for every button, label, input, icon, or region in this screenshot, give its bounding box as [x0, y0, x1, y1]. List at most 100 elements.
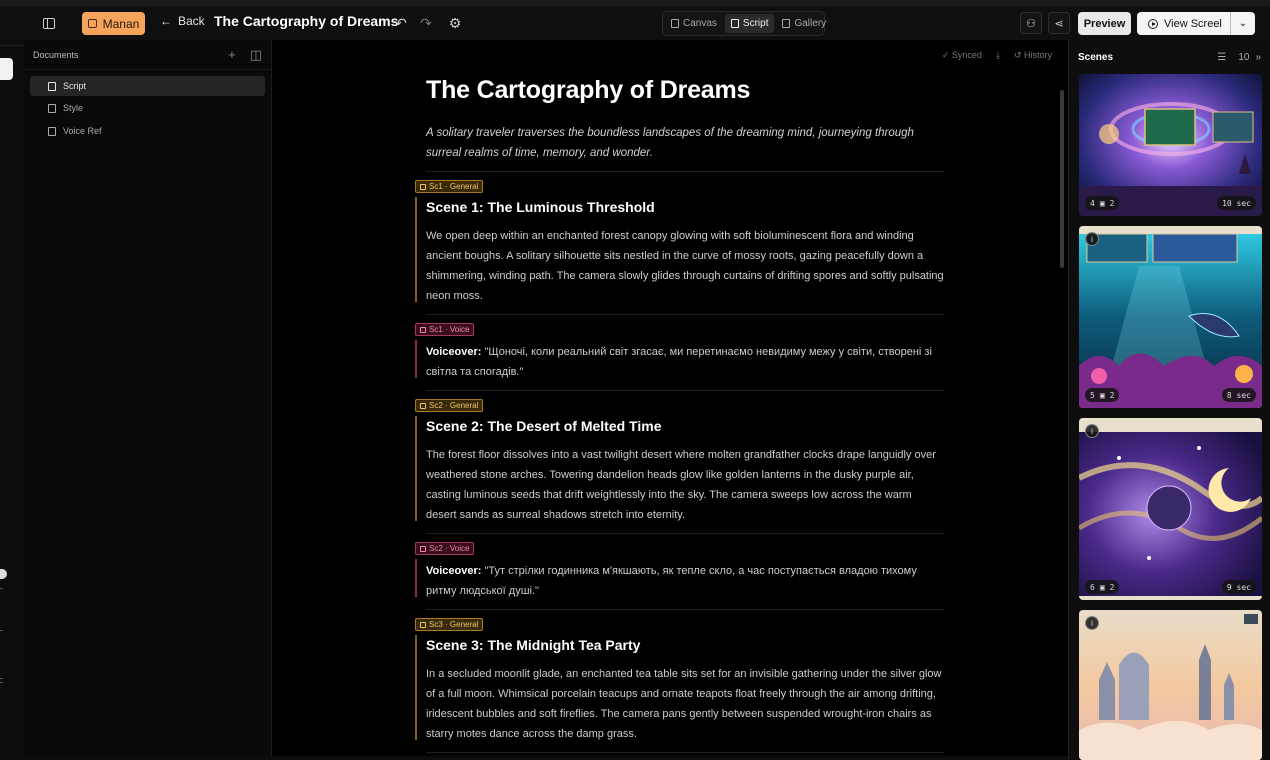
scene-card[interactable]: i — [1079, 610, 1262, 760]
info-icon[interactable]: i — [1085, 424, 1099, 438]
doc-item-label: Voice Ref — [63, 126, 102, 136]
scene-meta-badge: 6 ▣ 2 — [1085, 580, 1120, 594]
preview-button[interactable]: Preview — [1078, 12, 1131, 35]
back-button[interactable]: ← Back — [160, 14, 205, 28]
documents-title: Documents — [33, 49, 79, 60]
list-icon[interactable]: ☰ — [1217, 52, 1226, 63]
scrollbar[interactable] — [1060, 90, 1064, 268]
tab-canvas[interactable]: Canvas — [665, 14, 723, 33]
voiceover-label: Voiceover: — [426, 565, 482, 577]
tab-script[interactable]: Script — [724, 14, 775, 33]
view-mode-tabs: Canvas Script Gallery — [662, 11, 826, 36]
tab-label: Script — [742, 18, 769, 29]
scene-card[interactable]: i 5 ▣ 2 8 sec — [1079, 226, 1262, 408]
script-block[interactable]: Sc1 · Voice Voiceover: "Щоночі, коли реа… — [415, 323, 944, 391]
duration-badge: 10 sec — [1217, 196, 1256, 210]
scene-thumbnail — [1079, 418, 1262, 600]
script-editor[interactable]: ✓ Synced ⤓ ↺ History The Cartography of … — [272, 40, 1068, 756]
user-plus-icon: ⚇ — [1026, 17, 1036, 30]
voiceover-line: Voiceover: "Щоночі, коли реальний світ з… — [426, 342, 944, 382]
scene-description: We open deep within an enchanted forest … — [426, 230, 944, 302]
document-title[interactable]: The Cartography of Dreams — [214, 13, 398, 29]
scene-index: 5 — [1090, 390, 1095, 400]
script-title[interactable]: The Cartography of Dreams — [426, 76, 944, 105]
scene-card[interactable]: i 6 ▣ 2 9 sec — [1079, 418, 1262, 600]
script-block[interactable]: Sc1 · General Scene 1: The Luminous Thre… — [415, 180, 944, 315]
panel-collapse-icon[interactable]: ◫ — [250, 47, 262, 63]
scene-description: The forest floor dissolves into a vast t… — [426, 449, 936, 521]
script-content: The Cartography of Dreams A solitary tra… — [415, 76, 944, 753]
workspace-user-button[interactable]: Manan — [82, 12, 145, 35]
voiceover-line: Voiceover: "Тут стрілки годинника м'якша… — [426, 561, 944, 601]
voiceover-text: "Тут стрілки годинника м'якшають, як теп… — [426, 565, 917, 597]
documents-panel: Documents + ◫ Script Style Voice Ref — [24, 40, 272, 756]
doc-item-voice-ref[interactable]: Voice Ref — [30, 121, 265, 141]
gallery-icon — [782, 19, 791, 28]
doc-item-label: Script — [63, 81, 87, 91]
scene-thumbnail — [1079, 226, 1262, 408]
scene-index: 4 — [1090, 198, 1095, 208]
doc-item-label: Style — [63, 103, 84, 113]
tab-gallery[interactable]: Gallery — [776, 14, 832, 33]
chevrons-right-icon[interactable]: » — [1255, 52, 1261, 63]
image-icon: ▣ — [1099, 198, 1105, 208]
gear-icon[interactable]: ⚙ — [447, 14, 463, 32]
scene-thumbnail — [1079, 610, 1262, 760]
scenes-title: Scenes — [1078, 51, 1114, 63]
view-screel-button[interactable]: View Screel ⌄ — [1137, 12, 1255, 35]
rail-handle[interactable] — [0, 58, 13, 80]
play-circle-icon — [1148, 18, 1158, 29]
asset-count: 2 — [1109, 582, 1115, 592]
redo-icon[interactable]: ↷ — [418, 14, 434, 32]
scene-thumbnail — [1079, 74, 1262, 216]
app-window: Manan ← Back The Cartography of Dreams ↶… — [0, 0, 1270, 760]
back-label: Back — [178, 14, 205, 28]
view-label: View Screel — [1164, 17, 1222, 30]
asset-count: 2 — [1109, 198, 1115, 208]
info-icon[interactable]: i — [1085, 616, 1099, 630]
tab-label: Canvas — [683, 18, 717, 29]
add-collaborator-button[interactable]: ⚇ — [1020, 12, 1042, 34]
collapsed-rail — [0, 40, 24, 760]
script-block[interactable]: Sc2 · General Scene 2: The Desert of Mel… — [415, 399, 944, 534]
scene-count: 10 — [1238, 51, 1250, 63]
book-icon — [48, 103, 56, 113]
share-icon: ⋖ — [1054, 17, 1064, 30]
download-icon[interactable]: ⤓ — [996, 50, 1000, 61]
scene-heading: Scene 2: The Desert of Melted Time — [426, 418, 662, 434]
plus-icon[interactable]: + — [228, 47, 236, 62]
history-button[interactable]: ↺ History — [1014, 50, 1052, 61]
logline[interactable]: A solitary traveler traverses the boundl… — [426, 123, 944, 172]
sync-status: ✓ Synced — [941, 50, 982, 60]
synced-label: Synced — [951, 50, 982, 60]
scene-meta-badge: 5 ▣ 2 — [1085, 388, 1120, 402]
rail-indicator — [0, 569, 7, 579]
duration-badge: 8 sec — [1221, 388, 1256, 402]
script-block[interactable]: Sc3 · General Scene 3: The Midnight Tea … — [415, 618, 944, 753]
scenes-panel: Scenes ☰ 10 » 4 ▣ 2 10 sec i 5 ▣ 2 8 sec… — [1068, 40, 1270, 760]
history-label: History — [1023, 50, 1052, 60]
script-block[interactable]: Sc2 · Voice Voiceover: "Тут стрілки годи… — [415, 542, 944, 610]
book-icon — [48, 126, 56, 136]
scene-index: 6 — [1090, 582, 1095, 592]
doc-item-script[interactable]: Script — [30, 76, 265, 96]
scene-heading: Scene 3: The Midnight Tea Party — [426, 637, 641, 653]
scene-card[interactable]: 4 ▣ 2 10 sec — [1079, 74, 1262, 216]
user-name-label: Manan — [102, 16, 140, 31]
arrow-left-icon: ← — [160, 14, 172, 28]
chevron-down-icon[interactable]: ⌄ — [1231, 18, 1255, 29]
file-icon — [48, 81, 56, 91]
voiceover-text: "Щоночі, коли реальний світ згасає, ми п… — [426, 346, 932, 378]
undo-icon[interactable]: ↶ — [393, 14, 409, 32]
info-icon[interactable]: i — [1085, 232, 1099, 246]
scene-meta-badge: 4 ▣ 2 — [1085, 196, 1120, 210]
asset-count: 2 — [1109, 390, 1115, 400]
script-icon — [730, 19, 739, 28]
voiceover-label: Voiceover: — [426, 346, 482, 358]
share-button[interactable]: ⋖ — [1048, 12, 1070, 34]
sidebar-toggle-icon[interactable] — [40, 14, 58, 32]
image-icon: ▣ — [1099, 582, 1105, 592]
scene-description: In a secluded moonlit glade, an enchante… — [426, 668, 942, 740]
tab-label: Gallery — [794, 18, 827, 29]
doc-item-style[interactable]: Style — [30, 98, 265, 118]
